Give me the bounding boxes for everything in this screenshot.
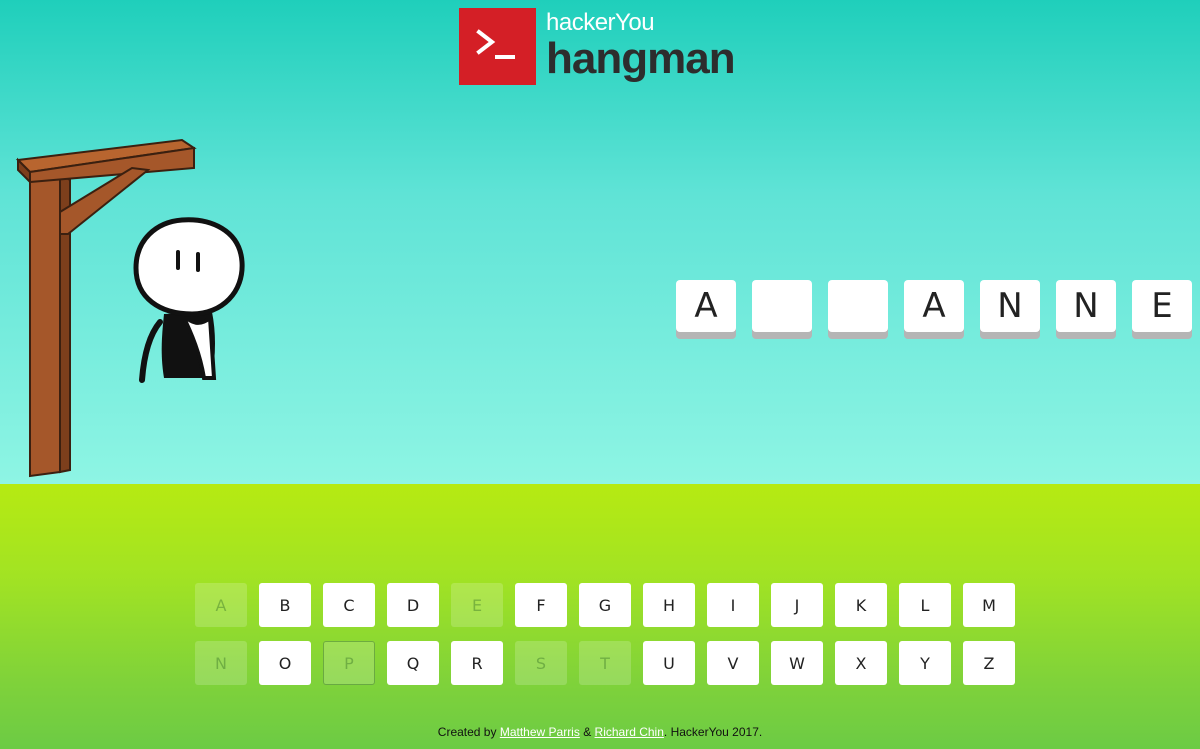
key-r[interactable]: R (451, 641, 503, 685)
key-y[interactable]: Y (899, 641, 951, 685)
footer-credits: Created by Matthew Parris & Richard Chin… (0, 725, 1200, 739)
key-f[interactable]: F (515, 583, 567, 627)
key-z[interactable]: Z (963, 641, 1015, 685)
key-c[interactable]: C (323, 583, 375, 627)
letter-tile: A (904, 280, 964, 332)
letter-keyboard: A B C D E F G H I J K L M N O P Q R S T … (195, 583, 1015, 685)
hangman-head (133, 217, 245, 317)
author-link-matthew[interactable]: Matthew Parris (500, 725, 580, 739)
letter-tile: N (1056, 280, 1116, 332)
brand-name: hackerYou (546, 9, 655, 36)
key-j[interactable]: J (771, 583, 823, 627)
footer-suffix: . HackerYou 2017. (663, 725, 763, 739)
key-w[interactable]: W (771, 641, 823, 685)
letter-tile: E (1132, 280, 1192, 332)
key-h[interactable]: H (643, 583, 695, 627)
key-e[interactable]: E (451, 583, 503, 627)
hangman-left-arm (139, 319, 163, 383)
key-g[interactable]: G (579, 583, 631, 627)
letter-tile: A (676, 280, 736, 332)
key-k[interactable]: K (835, 583, 887, 627)
key-x[interactable]: X (835, 641, 887, 685)
letter-tile (752, 280, 812, 332)
terminal-prompt-icon (459, 7, 536, 85)
hackeryou-hangman-logo: hackerYou hangman (459, 7, 736, 85)
key-i[interactable]: I (707, 583, 759, 627)
footer-prefix: Created by (437, 725, 500, 739)
key-d[interactable]: D (387, 583, 439, 627)
game-title: hangman (546, 34, 736, 83)
key-p[interactable]: P (323, 641, 375, 685)
word-display: A A N N E (676, 280, 1192, 332)
key-t[interactable]: T (579, 641, 631, 685)
key-o[interactable]: O (259, 641, 311, 685)
key-a[interactable]: A (195, 583, 247, 627)
key-n[interactable]: N (195, 641, 247, 685)
footer-ampersand: & (579, 725, 595, 739)
letter-tile: N (980, 280, 1040, 332)
hangman-figure (133, 217, 245, 383)
author-link-richard[interactable]: Richard Chin (595, 725, 664, 739)
key-u[interactable]: U (643, 641, 695, 685)
key-s[interactable]: S (515, 641, 567, 685)
letter-tile (828, 280, 888, 332)
key-v[interactable]: V (707, 641, 759, 685)
key-b[interactable]: B (259, 583, 311, 627)
key-m[interactable]: M (963, 583, 1015, 627)
key-q[interactable]: Q (387, 641, 439, 685)
key-l[interactable]: L (899, 583, 951, 627)
